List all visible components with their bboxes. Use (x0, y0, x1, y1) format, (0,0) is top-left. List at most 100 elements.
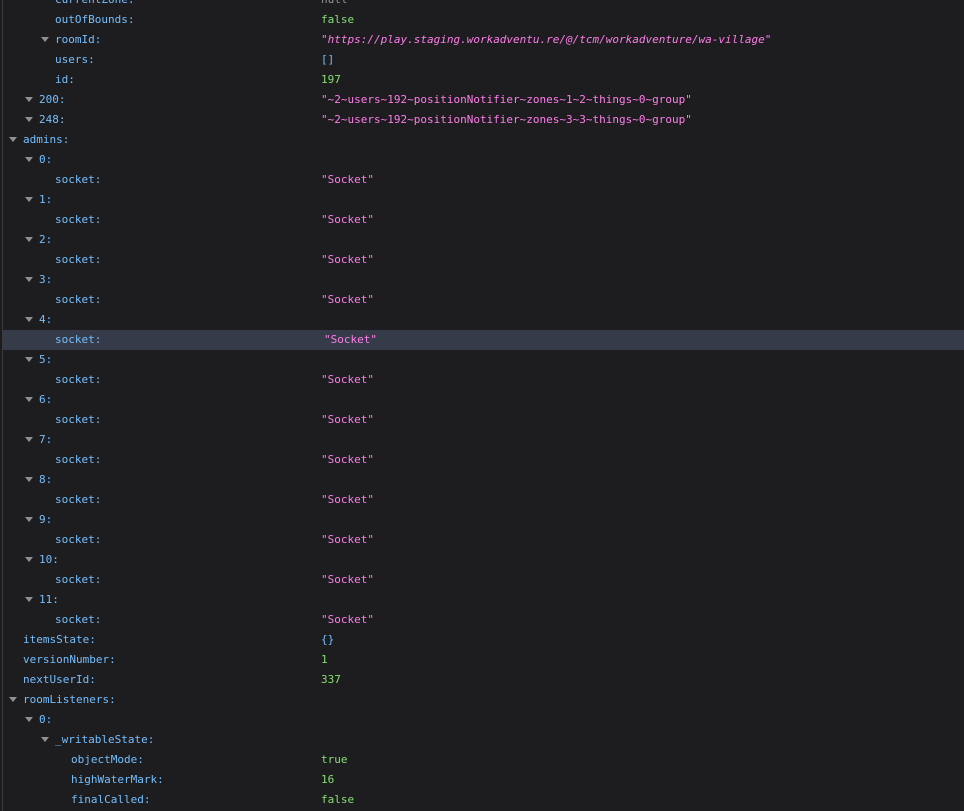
tree-row[interactable]: roomListeners: (0, 690, 964, 710)
property-key: outOfBounds: (55, 13, 135, 26)
tree-row[interactable]: socket: "Socket" (0, 530, 964, 550)
property-key: _writableState: (55, 733, 155, 746)
tree-row[interactable]: socket: "Socket" (0, 290, 964, 310)
tree-row[interactable]: 200: "~2~users~192~positionNotifier~zones… (0, 90, 964, 110)
expand-arrow-icon[interactable] (25, 197, 33, 202)
tree-row[interactable]: socket: "Socket" (0, 410, 964, 430)
expand-arrow-icon[interactable] (25, 97, 33, 102)
property-key: 6: (39, 393, 53, 406)
tree-row[interactable]: 248: "~2~users~192~positionNotifier~zones… (0, 110, 964, 130)
tree-row[interactable]: outOfBounds: false (0, 10, 964, 30)
tree-row[interactable]: 3: (0, 270, 964, 290)
tree-row[interactable]: 7: (0, 430, 964, 450)
tree-row[interactable]: 6: (0, 390, 964, 410)
property-value: "Socket" (321, 533, 374, 546)
tree-row[interactable]: socket: "Socket" (0, 170, 964, 190)
property-key: socket: (55, 173, 102, 186)
property-value: "Socket" (321, 253, 374, 266)
tree-row[interactable]: 2: (0, 230, 964, 250)
tree-row[interactable]: 1: (0, 190, 964, 210)
property-key: roomListeners: (23, 693, 116, 706)
json-viewer: currentZone: null outOfBounds: false roomId:… (0, 0, 964, 811)
tree-row[interactable]: socket: "Socket" (0, 210, 964, 230)
expand-arrow-icon[interactable] (9, 697, 17, 702)
property-value: "Socket" (321, 613, 374, 626)
property-key: 1: (39, 193, 53, 206)
property-value: "~2~users~192~positionNotifier~zones~1~2… (321, 93, 692, 106)
tree-row[interactable]: nextUserId: 337 (0, 670, 964, 690)
property-value: 1 (321, 653, 328, 666)
expand-arrow-icon[interactable] (25, 597, 33, 602)
tree-row[interactable]: 4: (0, 310, 964, 330)
tree-row[interactable]: highWaterMark: 16 (0, 770, 964, 790)
expand-arrow-icon[interactable] (25, 157, 33, 162)
tree-row[interactable]: 5: (0, 350, 964, 370)
property-key: 9: (39, 513, 53, 526)
expand-arrow-icon[interactable] (25, 557, 33, 562)
property-key: socket: (55, 613, 102, 626)
tree-row[interactable]: 0: (0, 710, 964, 730)
property-key: socket: (55, 293, 102, 306)
quote-mark: " (321, 33, 328, 46)
property-key: socket: (55, 253, 102, 266)
expand-arrow-icon[interactable] (25, 117, 33, 122)
tree-row[interactable]: _writableState: (0, 730, 964, 750)
property-value: "Socket" (324, 333, 377, 346)
expand-arrow-icon[interactable] (25, 357, 33, 362)
tree-row[interactable]: 11: (0, 590, 964, 610)
tree-row[interactable]: admins: (0, 130, 964, 150)
property-value: "~2~users~192~positionNotifier~zones~3~3… (321, 113, 692, 126)
tree-row[interactable]: 10: (0, 550, 964, 570)
tree-row[interactable]: socket: "Socket" (0, 450, 964, 470)
property-key: socket: (55, 413, 102, 426)
url-link[interactable]: https://play.staging.workadventu.re/@/tc… (328, 33, 765, 46)
tree-row[interactable]: 9: (0, 510, 964, 530)
tree-row[interactable]: socket: "Socket" (0, 570, 964, 590)
expand-arrow-icon[interactable] (25, 517, 33, 522)
expand-arrow-icon[interactable] (25, 397, 33, 402)
tree-row[interactable]: objectMode: true (0, 750, 964, 770)
tree-row[interactable]: 0: (0, 150, 964, 170)
expand-arrow-icon[interactable] (25, 317, 33, 322)
tree-row[interactable]: itemsState: {} (0, 630, 964, 650)
property-key: 5: (39, 353, 53, 366)
tree-row-selected[interactable]: socket: "Socket" (3, 330, 964, 350)
property-value: "Socket" (321, 213, 374, 226)
tree-row[interactable]: versionNumber: 1 (0, 650, 964, 670)
property-key: socket: (55, 453, 102, 466)
property-key: itemsState: (23, 633, 96, 646)
property-key: 2: (39, 233, 53, 246)
property-value: "Socket" (321, 453, 374, 466)
property-key: highWaterMark: (71, 773, 164, 786)
tree-row[interactable]: socket: "Socket" (0, 250, 964, 270)
expand-arrow-icon[interactable] (9, 137, 17, 142)
tree-row[interactable]: socket: "Socket" (0, 490, 964, 510)
expand-arrow-icon[interactable] (25, 717, 33, 722)
property-key: socket: (55, 373, 102, 386)
property-key: 7: (39, 433, 53, 446)
expand-arrow-icon[interactable] (41, 737, 49, 742)
tree-row[interactable]: currentZone: null (0, 0, 964, 10)
tree-row[interactable]: roomId: "https://play.staging.workadventu… (0, 30, 964, 50)
tree-row[interactable]: 8: (0, 470, 964, 490)
property-key: 8: (39, 473, 53, 486)
expand-arrow-icon[interactable] (25, 277, 33, 282)
property-value: 16 (321, 773, 335, 786)
property-key: socket: (55, 573, 102, 586)
property-value: "Socket" (321, 293, 374, 306)
tree-row[interactable]: socket: "Socket" (0, 610, 964, 630)
property-value: {} (321, 633, 335, 646)
expand-arrow-icon[interactable] (41, 37, 49, 42)
tree-row[interactable]: users: [] (0, 50, 964, 70)
property-value: "Socket" (321, 573, 374, 586)
expand-arrow-icon[interactable] (25, 477, 33, 482)
property-value: "https://play.staging.workadventu.re/@/t… (321, 30, 771, 50)
expand-arrow-icon[interactable] (25, 237, 33, 242)
json-tree: currentZone: null outOfBounds: false roomId:… (0, 0, 964, 810)
tree-row[interactable]: id: 197 (0, 70, 964, 90)
property-value: false (321, 13, 355, 26)
tree-row[interactable]: finalCalled: false (0, 790, 964, 810)
property-key: objectMode: (71, 753, 144, 766)
expand-arrow-icon[interactable] (25, 437, 33, 442)
tree-row[interactable]: socket: "Socket" (0, 370, 964, 390)
